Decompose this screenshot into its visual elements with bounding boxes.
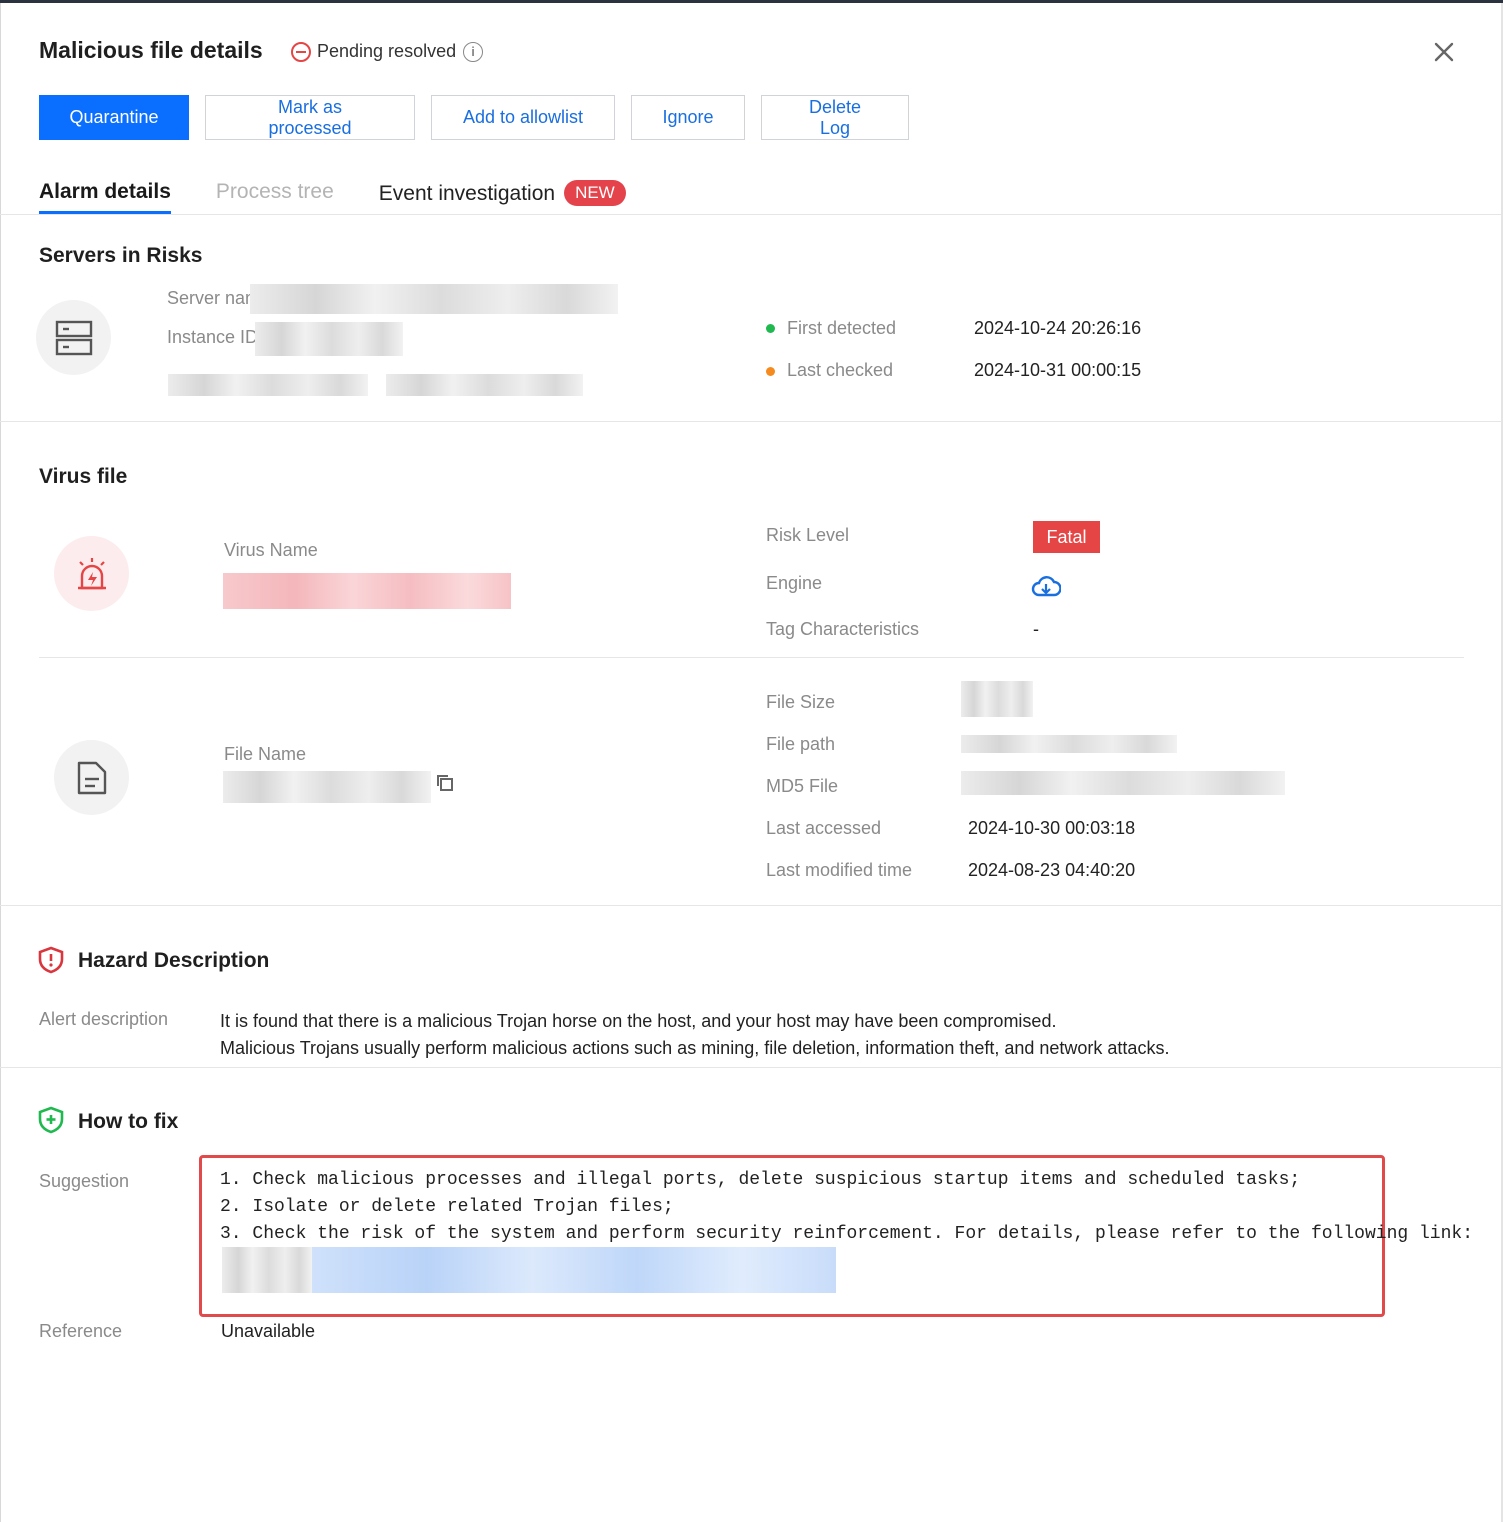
shield-alert-icon — [38, 946, 64, 974]
virus-name-redacted — [223, 573, 511, 609]
tab-divider — [0, 214, 1501, 215]
server-ip2-redacted — [386, 374, 583, 396]
status-badge: Pending resolved i — [291, 41, 484, 62]
instance-id-label: Instance ID — [167, 327, 259, 347]
reference-label: Reference — [39, 1321, 123, 1341]
new-badge: NEW — [564, 180, 626, 206]
close-icon — [1434, 42, 1454, 62]
top-bar — [0, 0, 1503, 3]
virus-section-title: Virus file — [39, 465, 128, 488]
risk-level-badge: Fatal — [1033, 521, 1100, 553]
tab-alarm-details[interactable]: Alarm details — [39, 180, 171, 214]
virus-divider — [0, 905, 1501, 906]
alert-description-label: Alert description — [39, 1009, 169, 1029]
servers-section-title: Servers in Risks — [39, 244, 203, 267]
file-icon — [77, 761, 106, 794]
md5-redacted — [961, 771, 1285, 795]
file-name-redacted — [223, 771, 431, 803]
tag-characteristics-value: - — [1033, 619, 1039, 639]
page-title: Malicious file details — [39, 37, 263, 63]
risk-level-label: Risk Level — [766, 525, 850, 545]
tab-event-investigation-label: Event investigation — [378, 182, 556, 205]
file-avatar — [54, 740, 129, 815]
hazard-section-title: Hazard Description — [78, 949, 270, 972]
alert-description-line: It is found that there is a malicious Tr… — [220, 1011, 1057, 1031]
tag-characteristics-label: Tag Characteristics — [766, 619, 920, 639]
instance-id-redacted — [255, 322, 403, 356]
suggestion-line: 2. Isolate or delete related Trojan file… — [220, 1197, 674, 1217]
ignore-button[interactable]: Ignore — [631, 95, 745, 140]
file-name-label: File Name — [224, 744, 307, 764]
file-size-redacted — [961, 681, 1033, 717]
suggestion-line: 3. Check the risk of the system and perf… — [220, 1224, 1474, 1244]
server-avatar — [36, 300, 111, 375]
last-modified-value: 2024-08-23 04:40:20 — [968, 860, 1136, 880]
shield-plus-icon — [38, 1106, 64, 1134]
suggestion-link[interactable] — [312, 1247, 836, 1293]
suggestion-link-redacted — [222, 1247, 312, 1293]
last-checked-value: 2024-10-31 00:00:15 — [974, 360, 1142, 380]
panel-left-border — [0, 3, 1, 1522]
status-text: Pending resolved — [317, 41, 457, 61]
last-accessed-value: 2024-10-30 00:03:18 — [968, 818, 1136, 838]
minus-circle-icon — [291, 41, 311, 62]
alarm-avatar — [54, 536, 129, 611]
first-detected-label: First detected — [787, 318, 897, 338]
hazard-divider — [0, 1067, 1501, 1068]
delete-log-button[interactable]: Delete Log — [761, 95, 909, 140]
last-checked-label: Last checked — [787, 360, 894, 380]
mark-processed-button[interactable]: Mark as processed — [205, 95, 415, 140]
suggestion-line: 1. Check malicious processes and illegal… — [220, 1170, 1301, 1190]
close-button[interactable] — [1431, 39, 1457, 65]
engine-label: Engine — [766, 573, 823, 593]
file-size-label: File Size — [766, 692, 836, 712]
info-icon[interactable]: i — [463, 41, 484, 62]
suggestion-text: 1. Check malicious processes and illegal… — [220, 1167, 1473, 1248]
server-ip-redacted — [168, 374, 368, 396]
last-accessed-label: Last accessed — [766, 818, 882, 838]
file-path-label: File path — [766, 734, 836, 754]
action-toolbar: Quarantine Mark as processed Add to allo… — [39, 95, 909, 140]
copy-icon[interactable] — [436, 774, 454, 792]
reference-value: Unavailable — [221, 1321, 316, 1341]
virus-inner-divider — [39, 657, 1464, 658]
virus-name-label: Virus Name — [224, 540, 318, 560]
first-detected-dot — [766, 324, 775, 333]
alert-description-text: It is found that there is a malicious Tr… — [220, 1008, 1169, 1062]
add-allowlist-button[interactable]: Add to allowlist — [431, 95, 615, 140]
md5-label: MD5 File — [766, 776, 839, 796]
quarantine-button[interactable]: Quarantine — [39, 95, 189, 140]
server-icon — [55, 320, 92, 355]
alarm-icon — [77, 557, 106, 589]
tab-event-investigation[interactable]: Event investigation NEW — [379, 180, 626, 214]
first-detected-value: 2024-10-24 20:26:16 — [974, 318, 1142, 338]
server-name-label: Server nam — [167, 288, 261, 308]
tab-process-tree[interactable]: Process tree — [216, 180, 334, 214]
file-path-redacted — [961, 735, 1177, 753]
fix-section-title: How to fix — [78, 1110, 179, 1133]
alert-description-line: Malicious Trojans usually perform malici… — [220, 1038, 1170, 1058]
last-checked-dot — [766, 367, 775, 376]
suggestion-label: Suggestion — [39, 1171, 130, 1191]
last-modified-label: Last modified time — [766, 860, 913, 880]
server-name-redacted — [250, 284, 618, 314]
servers-divider — [0, 421, 1501, 422]
tab-bar: Alarm details Process tree Event investi… — [39, 180, 671, 214]
cloud-download-icon — [1031, 576, 1061, 597]
